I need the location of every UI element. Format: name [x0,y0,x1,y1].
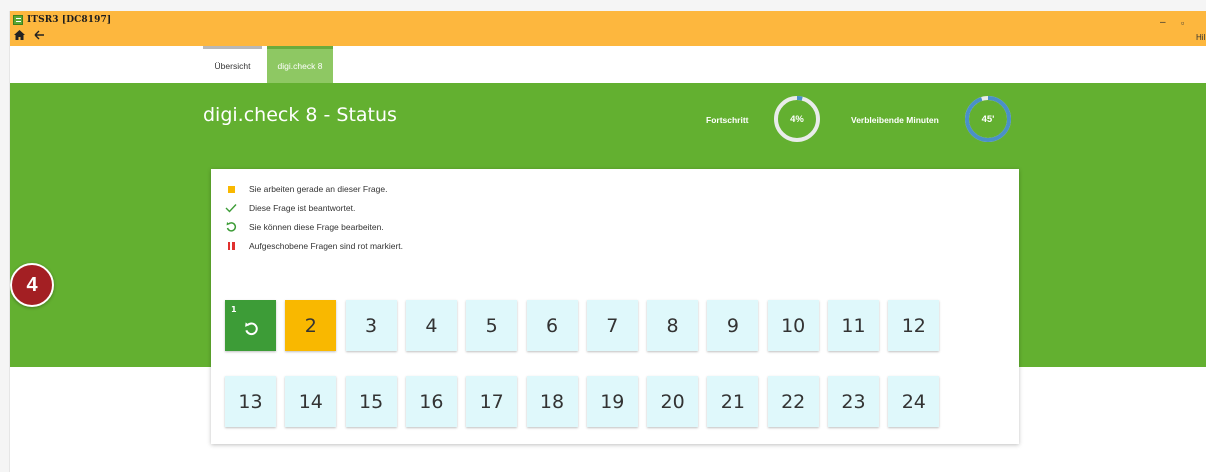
question-button-5[interactable]: 5 [466,300,518,351]
question-button-19[interactable]: 19 [586,376,638,427]
question-button-7[interactable]: 7 [586,300,638,351]
question-button-18[interactable]: 18 [526,376,578,427]
title-bar: ITSR3 [DC8197] – ▫ Hil [10,11,1206,46]
question-button-23[interactable]: 23 [828,376,879,427]
question-button-16[interactable]: 16 [405,376,457,427]
question-button-15[interactable]: 15 [345,376,397,427]
minutes-label: Verbleibende Minuten [851,115,939,125]
legend-answered: Diese Frage ist beantwortet. [225,201,355,215]
question-button-14[interactable]: 14 [285,376,337,427]
question-button-6[interactable]: 6 [526,300,578,351]
legend-postponed: Aufgeschobene Fragen sind rot markiert. [225,239,403,253]
question-button-3[interactable]: 3 [345,300,397,351]
question-button-20[interactable]: 20 [647,376,699,427]
edit-refresh-icon [243,320,259,342]
minimize-button[interactable]: – [1160,18,1166,28]
tab-bar: Übersicht digi.check 8 [10,46,1206,83]
question-button-10[interactable]: 10 [767,300,819,351]
question-button-24[interactable]: 24 [888,376,940,427]
annotation-marker: 4 [10,263,54,307]
progress-gauge: 4% [773,95,821,143]
app-icon [13,15,23,25]
maximize-button[interactable]: ▫ [1181,18,1184,28]
question-button-21[interactable]: 21 [707,376,759,427]
tab-overview[interactable]: Übersicht [203,46,262,83]
legend-text: Diese Frage ist beantwortet. [249,203,356,213]
legend-text: Sie arbeiten gerade an dieser Frage. [249,184,388,194]
question-button-8[interactable]: 8 [647,300,699,351]
pause-icon [225,240,237,252]
question-status-card: Sie arbeiten gerade an dieser Frage. Die… [211,169,1019,444]
yellow-square-icon [225,183,237,195]
question-button-17[interactable]: 17 [466,376,518,427]
minutes-gauge: 45' [964,95,1012,143]
question-button-22[interactable]: 22 [767,376,819,427]
legend-text: Aufgeschobene Fragen sind rot markiert. [249,241,404,251]
window-title: ITSR3 [DC8197] [27,15,112,25]
legend-text: Sie können diese Frage bearbeiten. [249,222,384,232]
question-button-9[interactable]: 9 [707,300,759,351]
checkmark-icon [225,202,237,214]
legend-editable: Sie können diese Frage bearbeiten. [225,220,384,234]
question-button-12[interactable]: 12 [888,300,940,351]
question-button-2[interactable]: 2 [285,300,337,351]
progress-value: 4% [790,113,804,125]
back-arrow-icon[interactable] [34,30,45,43]
legend-current: Sie arbeiten gerade an dieser Frage. [225,182,387,196]
minutes-value: 45' [981,113,995,125]
question-button-1[interactable]: 1 [225,300,276,351]
progress-label: Fortschritt [706,115,749,125]
page-title: digi.check 8 - Status [203,104,397,126]
question-button-13[interactable]: 13 [225,376,276,427]
help-link[interactable]: Hil [1196,33,1205,42]
edit-refresh-icon [225,221,237,233]
question-number: 1 [231,305,237,314]
question-button-11[interactable]: 11 [828,300,879,351]
home-icon[interactable] [14,30,25,43]
app-window: ITSR3 [DC8197] – ▫ Hil Übersicht digi.ch… [9,11,1206,472]
tab-digicheck[interactable]: digi.check 8 [267,46,333,83]
question-button-4[interactable]: 4 [405,300,457,351]
